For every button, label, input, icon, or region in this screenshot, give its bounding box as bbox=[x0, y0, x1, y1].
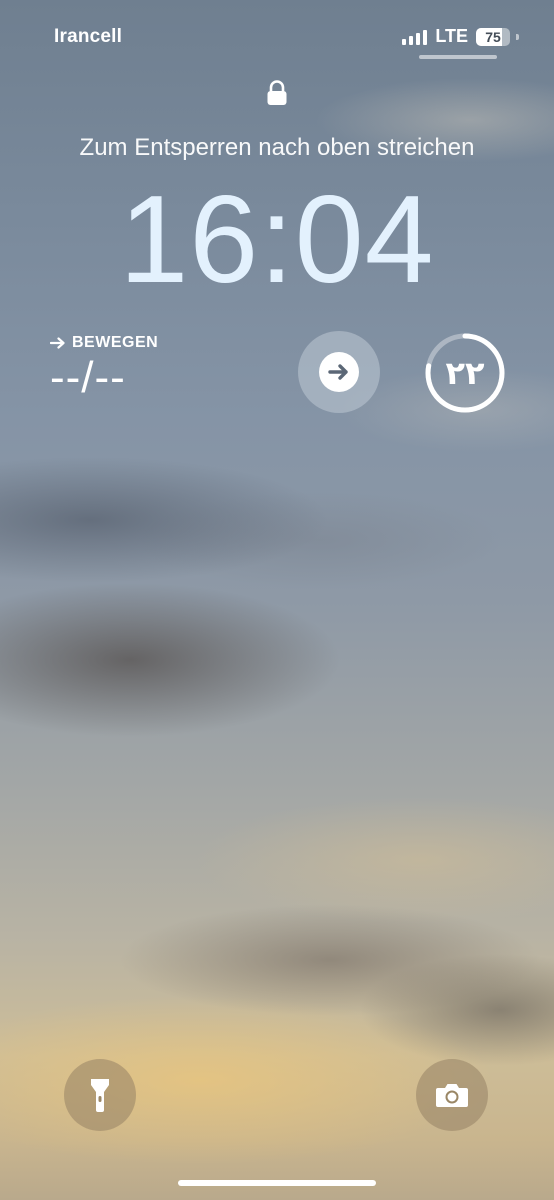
status-indicator-bar bbox=[419, 55, 497, 59]
unlock-hint: Zum Entsperren nach oben streichen bbox=[79, 134, 475, 161]
carrier-name: Irancell bbox=[54, 26, 123, 47]
arrow-right-icon bbox=[50, 337, 65, 349]
activity-widget-inner bbox=[319, 352, 359, 392]
move-widget-label: BEWEGEN bbox=[50, 334, 158, 352]
flashlight-button[interactable] bbox=[64, 1059, 136, 1131]
battery-icon: 75 bbox=[476, 27, 519, 46]
move-widget[interactable]: BEWEGEN --/-- bbox=[50, 334, 158, 404]
flashlight-icon bbox=[91, 1079, 109, 1112]
camera-icon bbox=[436, 1084, 468, 1107]
clock-time: 16:04 bbox=[119, 171, 435, 309]
status-bar: Irancell LTE 75 bbox=[0, 0, 554, 70]
activity-widget[interactable] bbox=[298, 331, 380, 413]
camera-button[interactable] bbox=[416, 1059, 488, 1131]
network-type: LTE bbox=[435, 26, 468, 46]
signal-strength-icon bbox=[402, 29, 428, 45]
status-indicators: LTE 75 bbox=[402, 26, 519, 47]
move-value: --/-- bbox=[50, 353, 126, 402]
battery-level: 75 bbox=[485, 28, 501, 45]
move-label-text: BEWEGEN bbox=[72, 334, 159, 351]
ring-value: ۲۲ bbox=[445, 354, 485, 392]
lock-icon bbox=[267, 80, 287, 105]
home-indicator[interactable] bbox=[178, 1180, 376, 1186]
arrow-right-icon bbox=[328, 364, 348, 380]
ring-widget[interactable]: ۲۲ bbox=[423, 331, 507, 415]
